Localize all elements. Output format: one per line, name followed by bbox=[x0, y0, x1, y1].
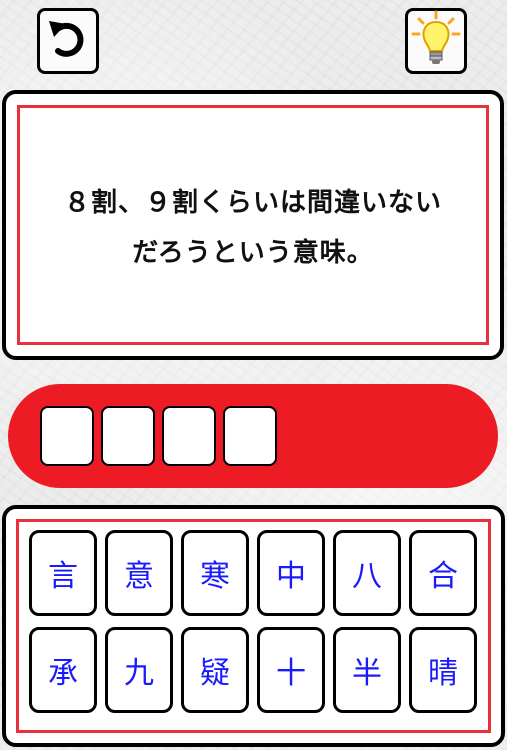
question-text: ８割、９割くらいは間違いない だろうという意味。 bbox=[64, 172, 442, 278]
kanji-keyboard-panel: 言 意 寒 中 八 合 承 九 疑 十 半 晴 bbox=[2, 505, 505, 747]
question-frame: ８割、９割くらいは間違いない だろうという意味。 bbox=[17, 105, 489, 345]
kanji-key-4[interactable]: 中 bbox=[257, 530, 325, 616]
hint-button[interactable] bbox=[405, 8, 467, 74]
kanji-key-2[interactable]: 意 bbox=[105, 530, 173, 616]
kanji-key-5[interactable]: 八 bbox=[333, 530, 401, 616]
undo-button[interactable] bbox=[37, 8, 99, 74]
answer-slot-3[interactable] bbox=[162, 406, 216, 466]
undo-arrow-icon bbox=[44, 15, 92, 67]
question-panel: ８割、９割くらいは間違いない だろうという意味。 bbox=[2, 90, 504, 360]
answer-slot-4[interactable] bbox=[223, 406, 277, 466]
kanji-key-6[interactable]: 合 bbox=[409, 530, 477, 616]
kanji-key-1[interactable]: 言 bbox=[29, 530, 97, 616]
kanji-key-12[interactable]: 晴 bbox=[409, 627, 477, 713]
kanji-keyboard-frame: 言 意 寒 中 八 合 承 九 疑 十 半 晴 bbox=[16, 519, 491, 733]
question-line-1: ８割、９割くらいは間違いない bbox=[63, 188, 442, 218]
kanji-key-3[interactable]: 寒 bbox=[181, 530, 249, 616]
answer-slot-1[interactable] bbox=[40, 406, 94, 466]
lightbulb-icon bbox=[410, 10, 462, 72]
kanji-key-9[interactable]: 疑 bbox=[181, 627, 249, 713]
answer-bar bbox=[8, 384, 498, 488]
answer-slot-2[interactable] bbox=[101, 406, 155, 466]
kanji-key-10[interactable]: 十 bbox=[257, 627, 325, 713]
kanji-key-7[interactable]: 承 bbox=[29, 627, 97, 713]
kanji-key-11[interactable]: 半 bbox=[333, 627, 401, 713]
question-line-2: だろうという意味。 bbox=[132, 238, 374, 268]
kanji-key-8[interactable]: 九 bbox=[105, 627, 173, 713]
